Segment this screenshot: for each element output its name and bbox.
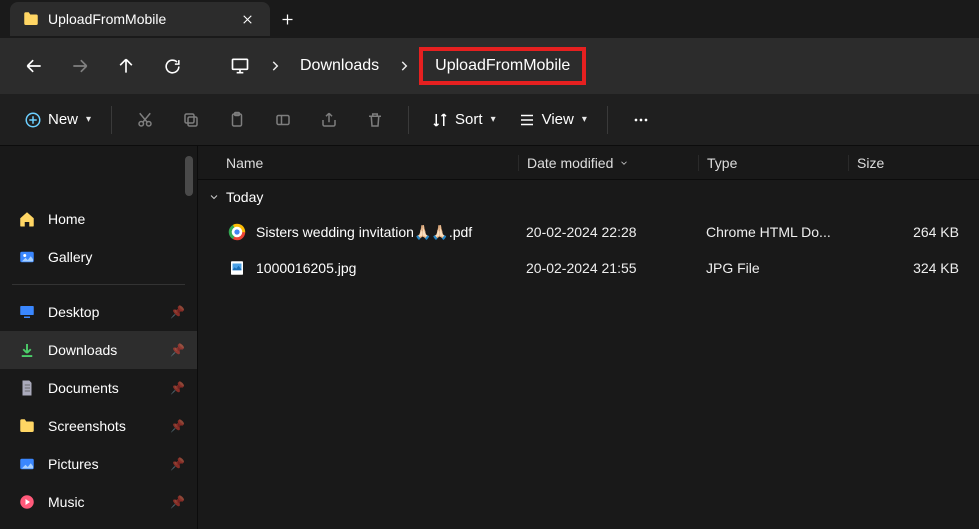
- file-name: 1000016205.jpg: [256, 260, 356, 276]
- sidebar-item-home[interactable]: Home: [0, 200, 197, 238]
- scrollbar-thumb[interactable]: [185, 156, 193, 196]
- pin-icon: 📌: [170, 457, 185, 471]
- desktop-icon: [18, 303, 36, 321]
- file-size: 264 KB: [848, 224, 979, 240]
- documents-icon: [18, 379, 36, 397]
- folder-icon: [22, 10, 40, 28]
- file-name: Sisters wedding invitation🙏🏻🙏🏻.pdf: [256, 224, 472, 241]
- sidebar-item-downloads[interactable]: Downloads 📌: [0, 331, 197, 369]
- sort-label: Sort: [455, 111, 483, 128]
- sidebar-item-label: Home: [48, 211, 85, 227]
- more-button[interactable]: [620, 100, 662, 140]
- pin-icon: 📌: [170, 381, 185, 395]
- file-row[interactable]: 1000016205.jpg 20-02-2024 21:55 JPG File…: [198, 250, 979, 286]
- home-icon: [18, 210, 36, 228]
- main-area: Home Gallery Desktop 📌 Downloads 📌: [0, 146, 979, 529]
- chevron-down-icon: ▾: [582, 114, 587, 125]
- forward-button[interactable]: [60, 46, 100, 86]
- sidebar-item-label: Gallery: [48, 249, 92, 265]
- sidebar-item-screenshots[interactable]: Screenshots 📌: [0, 407, 197, 445]
- sidebar-item-desktop[interactable]: Desktop 📌: [0, 293, 197, 331]
- chevron-down-icon: ▾: [491, 114, 496, 125]
- separator: [111, 106, 112, 134]
- file-list-pane: Name Date modified Type Size Today Siste…: [198, 146, 979, 529]
- folder-icon: [18, 417, 36, 435]
- back-button[interactable]: [14, 46, 54, 86]
- sidebar-item-label: Music: [48, 494, 85, 510]
- sidebar-item-label: Screenshots: [48, 418, 126, 434]
- up-button[interactable]: [106, 46, 146, 86]
- chrome-icon: [228, 223, 246, 241]
- file-row[interactable]: Sisters wedding invitation🙏🏻🙏🏻.pdf 20-02…: [198, 214, 979, 250]
- column-type[interactable]: Type: [698, 155, 848, 171]
- file-type: JPG File: [698, 260, 848, 276]
- command-toolbar: New ▾ Sort ▾ View ▾: [0, 94, 979, 146]
- rename-button[interactable]: [262, 100, 304, 140]
- new-button[interactable]: New ▾: [14, 100, 99, 140]
- view-button[interactable]: View ▾: [508, 100, 595, 140]
- breadcrumb-downloads[interactable]: Downloads: [290, 53, 389, 79]
- file-size: 324 KB: [848, 260, 979, 276]
- new-label: New: [48, 111, 78, 128]
- close-icon[interactable]: [234, 6, 260, 32]
- column-date[interactable]: Date modified: [518, 155, 698, 171]
- sort-button[interactable]: Sort ▾: [421, 100, 504, 140]
- share-button[interactable]: [308, 100, 350, 140]
- copy-button[interactable]: [170, 100, 212, 140]
- navigation-bar: Downloads UploadFromMobile: [0, 38, 979, 94]
- sidebar-item-label: Downloads: [48, 342, 117, 358]
- view-label: View: [542, 111, 574, 128]
- group-today[interactable]: Today: [198, 180, 979, 214]
- separator: [607, 106, 608, 134]
- pin-icon: 📌: [170, 419, 185, 433]
- tab-title: UploadFromMobile: [48, 11, 226, 27]
- sort-desc-icon: [619, 158, 629, 168]
- sidebar-item-gallery[interactable]: Gallery: [0, 238, 197, 276]
- chevron-down-icon: [208, 191, 220, 203]
- refresh-button[interactable]: [152, 46, 192, 86]
- chevron-right-icon[interactable]: [393, 59, 415, 73]
- music-icon: [18, 493, 36, 511]
- downloads-icon: [18, 341, 36, 359]
- group-label: Today: [226, 189, 263, 205]
- column-date-label: Date modified: [527, 155, 613, 171]
- chevron-down-icon: ▾: [86, 114, 91, 125]
- tab-active[interactable]: UploadFromMobile: [10, 2, 270, 36]
- address-bar[interactable]: Downloads UploadFromMobile: [212, 46, 965, 86]
- chevron-right-icon[interactable]: [264, 59, 286, 73]
- column-headers: Name Date modified Type Size: [198, 146, 979, 180]
- file-type: Chrome HTML Do...: [698, 224, 848, 240]
- tab-bar: UploadFromMobile: [0, 0, 979, 38]
- pin-icon: 📌: [170, 495, 185, 509]
- navigation-sidebar: Home Gallery Desktop 📌 Downloads 📌: [0, 146, 198, 529]
- this-pc-icon[interactable]: [220, 52, 260, 80]
- image-file-icon: [228, 259, 246, 277]
- separator: [12, 284, 185, 285]
- breadcrumb-current[interactable]: UploadFromMobile: [419, 47, 586, 85]
- pictures-icon: [18, 455, 36, 473]
- column-size[interactable]: Size: [848, 155, 979, 171]
- cut-button[interactable]: [124, 100, 166, 140]
- delete-button[interactable]: [354, 100, 396, 140]
- pin-icon: 📌: [170, 305, 185, 319]
- pin-icon: 📌: [170, 343, 185, 357]
- sidebar-item-pictures[interactable]: Pictures 📌: [0, 445, 197, 483]
- file-date: 20-02-2024 22:28: [518, 224, 698, 240]
- sidebar-item-label: Documents: [48, 380, 119, 396]
- gallery-icon: [18, 248, 36, 266]
- sidebar-item-documents[interactable]: Documents 📌: [0, 369, 197, 407]
- sidebar-item-music[interactable]: Music 📌: [0, 483, 197, 521]
- new-tab-button[interactable]: [270, 2, 304, 36]
- separator: [408, 106, 409, 134]
- file-date: 20-02-2024 21:55: [518, 260, 698, 276]
- paste-button[interactable]: [216, 100, 258, 140]
- sidebar-item-label: Desktop: [48, 304, 99, 320]
- column-name[interactable]: Name: [198, 155, 518, 171]
- sidebar-item-label: Pictures: [48, 456, 99, 472]
